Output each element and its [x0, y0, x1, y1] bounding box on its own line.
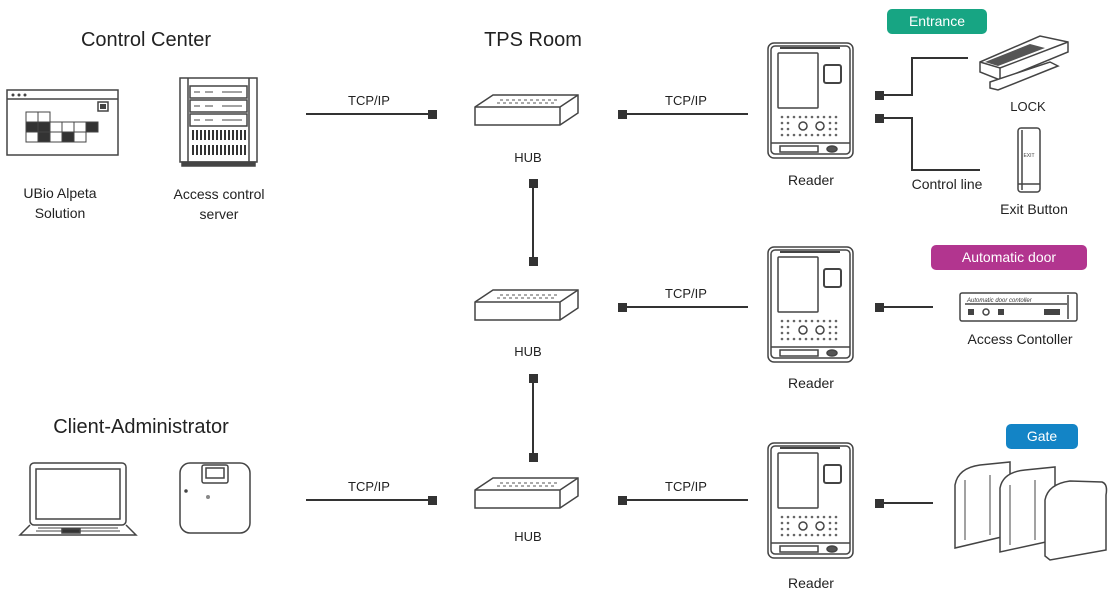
badge-automatic-door: Automatic door [931, 245, 1087, 270]
badge-entrance: Entrance [887, 9, 987, 34]
control-line-exit [883, 117, 980, 171]
tcpip-label: TCP/IP [665, 286, 707, 301]
svg-text:Automatic door contoller: Automatic door contoller [966, 298, 1033, 304]
reader-label: Reader [788, 575, 834, 591]
control-line-label: Control line [911, 176, 983, 192]
exit-button-icon: EXIT [1017, 127, 1041, 193]
software-window-icon [6, 89, 119, 156]
reader-3-icon [767, 442, 854, 559]
section-title-client-admin: Client-Administrator [53, 416, 229, 438]
automatic-door-controller-icon: Automatic door contoller [959, 292, 1078, 322]
tcpip-label: TCP/IP [348, 93, 390, 108]
hub-label: HUB [514, 344, 542, 359]
section-title-tps-room: TPS Room [484, 29, 582, 51]
server-label-line1: Access control [173, 186, 265, 202]
access-controller-label: Access Contoller [967, 331, 1073, 347]
software-label-line2: Solution [34, 205, 86, 221]
reader-1-icon [767, 42, 854, 159]
tcpip-label: TCP/IP [348, 479, 390, 494]
enrollment-scanner-icon [179, 462, 251, 534]
badge-gate: Gate [1006, 424, 1078, 449]
hub-label: HUB [514, 150, 542, 165]
connections [306, 57, 980, 508]
lock-icon [979, 35, 1069, 91]
server-rack-icon [179, 77, 258, 167]
lock-label: LOCK [1010, 99, 1046, 114]
software-label: UBio Alpeta Solution [23, 183, 96, 223]
hub-3-icon [474, 477, 579, 509]
control-line-lock [883, 57, 968, 96]
hub-1-icon [474, 94, 579, 126]
svg-text:EXIT: EXIT [1023, 153, 1034, 159]
reader-2-icon [767, 246, 854, 363]
section-title-control-center: Control Center [80, 29, 212, 51]
tcpip-label: TCP/IP [665, 479, 707, 494]
hub-label: HUB [514, 529, 542, 544]
exit-button-label: Exit Button [1000, 201, 1068, 217]
reader-label: Reader [788, 375, 834, 391]
laptop-icon [18, 462, 138, 536]
reader-label: Reader [788, 172, 834, 188]
software-label-line1: UBio Alpeta [23, 185, 97, 201]
server-label-line2: server [199, 206, 239, 222]
hub-2-icon [474, 289, 579, 321]
gate-turnstile-icon [954, 461, 1108, 561]
server-label: Access control server [173, 184, 264, 224]
network-diagram: EXIT Automatic door contoller Control Ce… [0, 0, 1115, 614]
tcpip-label: TCP/IP [665, 93, 707, 108]
